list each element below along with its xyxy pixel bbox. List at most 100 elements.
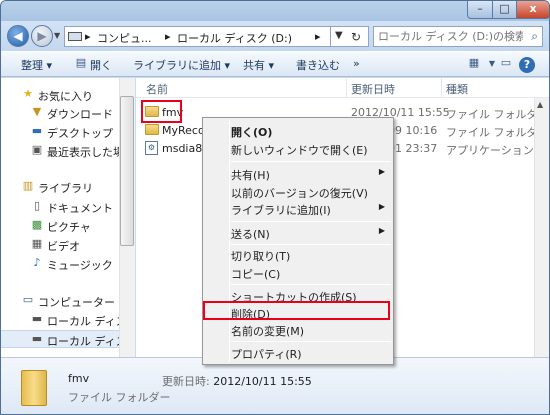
documents-icon: ▯: [33, 199, 41, 212]
nav-label: 最近表示した場所: [47, 146, 119, 159]
title-bar: – □ x: [1, 1, 549, 21]
nav-local-disk-c[interactable]: ▬ ローカル ディスク (C:): [1, 311, 119, 329]
star-icon: ★: [23, 87, 33, 100]
column-type[interactable]: 種類: [446, 81, 468, 97]
command-bar: 整理 ▾ ▤ 開く ライブラリに追加 ▾ 共有 ▾ 書き込む » ▦ ▼ ▭ ?: [1, 51, 549, 77]
organize-button[interactable]: 整理 ▾: [21, 57, 52, 73]
details-modified-label: 更新日時:: [162, 375, 214, 388]
library-icon: ▥: [22, 179, 34, 192]
file-type: ファイル フォルダー: [446, 108, 534, 121]
crumb-separator[interactable]: ▸: [165, 30, 171, 43]
nav-label: ミュージック: [47, 259, 113, 272]
column-headers: 名前 更新日時 種類: [136, 78, 549, 98]
address-bar[interactable]: ▸ コンピュ... ▸ ローカル ディスク (D:) ▸: [64, 26, 331, 47]
preview-pane-icon[interactable]: ▭: [497, 56, 515, 72]
file-type: ファイル フォルダー: [446, 126, 534, 139]
file-modified: 01 23:37: [388, 142, 438, 155]
desktop-icon: ▬: [31, 124, 43, 137]
nav-label: ローカル ディスク (C:): [47, 315, 119, 328]
nav-downloads[interactable]: ▼ ダウンロード: [1, 104, 119, 122]
menu-copy[interactable]: コピー(C): [205, 264, 391, 282]
computer-icon: ▭: [22, 293, 34, 306]
refresh-icon[interactable]: ↻: [351, 30, 361, 44]
context-menu: 開く(O) 新しいウィンドウで開く(E) 共有(H) ▶ 以前のバージョンの復元(…: [202, 117, 394, 365]
nav-label: デスクトップ: [47, 127, 113, 140]
details-type: ファイル フォルダー: [68, 391, 171, 404]
folder-icon: [21, 370, 47, 406]
nav-computer[interactable]: ▭ コンピューター: [1, 292, 119, 310]
file-modified: 09 10:16: [388, 124, 438, 137]
nav-favorites[interactable]: ★ お気に入り: [1, 86, 119, 104]
more-commands-button[interactable]: »: [353, 57, 360, 70]
menu-open[interactable]: 開く(O): [205, 122, 391, 140]
dll-file-icon: ⚙: [145, 141, 158, 155]
nav-local-disk-d[interactable]: ▬ ローカル ディスク (D:): [1, 330, 119, 348]
submenu-arrow-icon: ▶: [378, 167, 385, 176]
minimize-button[interactable]: –: [467, 1, 493, 19]
search-icon[interactable]: ⌕: [531, 29, 538, 44]
menu-properties[interactable]: プロパティ(R): [205, 344, 391, 362]
nav-desktop[interactable]: ▬ デスクトップ: [1, 123, 119, 141]
address-history-dropdown[interactable]: ▼: [335, 30, 343, 41]
nav-label: ライブラリ: [38, 182, 93, 195]
nav-label: ローカル ディスク (D:): [47, 335, 119, 348]
music-icon: ♪: [33, 256, 41, 269]
nav-music[interactable]: ♪ ミュージック: [1, 255, 119, 273]
nav-videos[interactable]: ▦ ビデオ: [1, 236, 119, 254]
nav-recent-places[interactable]: ▣ 最近表示した場所: [1, 142, 119, 160]
open-button[interactable]: 開く: [90, 57, 112, 73]
address-row: ◀ ▶ ▼ ▸ コンピュ... ▸ ローカル ディスク (D:) ▸ ▼ ↻ ⌕: [1, 21, 549, 51]
menu-add-to-library[interactable]: ライブラリに追加(I) ▶: [205, 200, 391, 218]
nav-label: ビデオ: [47, 240, 80, 253]
folder-icon: [145, 124, 159, 135]
nav-label: ダウンロード: [47, 108, 113, 121]
column-modified[interactable]: 更新日時: [351, 81, 395, 97]
menu-open-new-window[interactable]: 新しいウィンドウで開く(E): [205, 140, 391, 158]
explorer-window: – □ x ◀ ▶ ▼ ▸ コンピュ... ▸ ローカル ディスク (D:) ▸…: [0, 0, 550, 415]
breadcrumb-local-disk-d[interactable]: ローカル ディスク (D:): [177, 30, 292, 46]
forward-button[interactable]: ▶: [31, 25, 53, 47]
nav-label: ドキュメント: [47, 202, 113, 215]
nav-scrollbar-thumb[interactable]: [120, 96, 134, 246]
menu-send-to[interactable]: 送る(N) ▶: [205, 224, 391, 242]
breadcrumb-computer[interactable]: コンピュ...: [97, 30, 152, 46]
download-folder-icon: ▼: [32, 105, 42, 118]
help-icon[interactable]: ?: [519, 57, 535, 73]
address-buttons: ▼ ↻: [331, 26, 369, 47]
open-folder-icon: ▤: [75, 56, 87, 69]
recent-pages-dropdown[interactable]: ▼: [54, 31, 60, 40]
nav-documents[interactable]: ▯ ドキュメント: [1, 198, 119, 216]
menu-restore-previous-versions[interactable]: 以前のバージョンの復元(V): [205, 183, 391, 201]
share-button[interactable]: 共有 ▾: [243, 57, 274, 73]
recent-places-icon: ▣: [31, 143, 43, 156]
change-view-icon[interactable]: ▦: [465, 56, 483, 72]
videos-icon: ▦: [31, 237, 43, 250]
submenu-arrow-icon: ▶: [378, 226, 385, 235]
column-name[interactable]: 名前: [146, 81, 168, 97]
add-to-library-button[interactable]: ライブラリに追加 ▾: [133, 57, 230, 73]
drive-icon: ▬: [31, 312, 43, 325]
back-button[interactable]: ◀: [7, 25, 29, 47]
menu-cut[interactable]: 切り取り(T): [205, 246, 391, 264]
nav-label: コンピューター: [38, 296, 115, 309]
details-name: fmv: [68, 372, 90, 385]
search-box[interactable]: ⌕: [373, 26, 543, 47]
menu-rename[interactable]: 名前の変更(M): [205, 321, 391, 339]
scroll-up-icon[interactable]: ▲: [537, 100, 543, 109]
fmv-highlight-box: [141, 100, 182, 123]
computer-icon: [68, 32, 82, 41]
file-list-scrollbar[interactable]: ▲: [534, 98, 549, 357]
details-pane: fmv ファイル フォルダー 更新日時: 2012/10/11 15:55: [1, 357, 549, 414]
details-modified-value: 2012/10/11 15:55: [213, 375, 312, 388]
menu-share[interactable]: 共有(H) ▶: [205, 165, 391, 183]
maximize-button[interactable]: □: [492, 1, 517, 19]
submenu-arrow-icon: ▶: [378, 202, 385, 211]
burn-button[interactable]: 書き込む: [296, 57, 340, 73]
nav-label: ピクチャ: [47, 221, 91, 234]
nav-pictures[interactable]: ▩ ピクチャ: [1, 217, 119, 235]
search-input[interactable]: [378, 29, 523, 44]
close-button[interactable]: x: [516, 1, 549, 19]
crumb-separator[interactable]: ▸: [85, 30, 91, 43]
crumb-separator[interactable]: ▸: [315, 30, 321, 43]
nav-libraries[interactable]: ▥ ライブラリ: [1, 178, 119, 196]
